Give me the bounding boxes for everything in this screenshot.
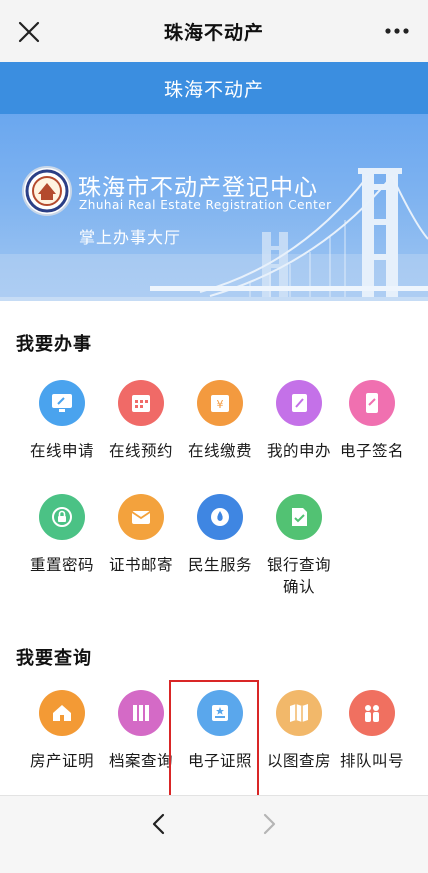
org-name: 珠海市不动产登记中心 <box>78 175 318 201</box>
emblem-icon <box>25 169 69 213</box>
org-name-en: Zhuhai Real Estate Registration Center <box>79 198 332 212</box>
house-icon <box>39 690 85 736</box>
tile-bank-query-confirm[interactable]: 银行查询 确认 <box>257 494 341 598</box>
more-icon[interactable] <box>384 24 410 38</box>
tile-online-payment[interactable]: ¥ 在线缴费 <box>178 380 262 462</box>
chevron-left-icon[interactable] <box>148 812 170 836</box>
tile-label: 民生服务 <box>187 556 252 574</box>
page-header: 珠海不动产 <box>0 62 428 114</box>
tile-archive-query[interactable]: 档案查询 <box>99 690 183 772</box>
tile-label: 房产证明 <box>29 752 94 770</box>
top-navbar: 珠海不动产 <box>0 0 428 62</box>
tile-label: 档案查询 <box>108 752 173 770</box>
svg-text:¥: ¥ <box>217 398 224 411</box>
tile-livelihood-services[interactable]: 民生服务 <box>178 494 262 576</box>
tile-e-certificate[interactable]: 电子证照 <box>178 690 262 772</box>
tile-label: 在线申请 <box>29 442 94 460</box>
calendar-icon <box>118 380 164 426</box>
tile-label: 以图查房 <box>266 752 331 770</box>
tile-online-booking[interactable]: 在线预约 <box>99 380 183 462</box>
tile-label: 证书邮寄 <box>108 556 173 574</box>
notebook-icon <box>276 380 322 426</box>
payment-icon: ¥ <box>197 380 243 426</box>
tile-label: 电子签名 <box>339 442 404 460</box>
tile-property-certificate[interactable]: 房产证明 <box>20 690 104 772</box>
mail-icon <box>118 494 164 540</box>
e-certificate-icon <box>197 690 243 736</box>
lock-icon <box>39 494 85 540</box>
tile-label: 电子证照 <box>187 752 252 770</box>
tile-label: 我的申办 <box>266 442 331 460</box>
phone-sign-icon <box>349 380 395 426</box>
map-icon <box>276 690 322 736</box>
close-icon[interactable] <box>16 19 42 45</box>
tile-label: 在线预约 <box>108 442 173 460</box>
tile-e-signature[interactable]: 电子签名 <box>330 380 414 462</box>
tile-map-house-search[interactable]: 以图查房 <box>257 690 341 772</box>
section-title-services: 我要办事 <box>16 334 92 355</box>
tile-label: 重置密码 <box>29 556 94 574</box>
document-check-icon <box>276 494 322 540</box>
banner-tagline: 掌上办事大厅 <box>79 228 182 247</box>
navbar-title: 珠海不动产 <box>163 21 264 44</box>
tile-label: 排队叫号 <box>339 752 404 770</box>
tile-label: 在线缴费 <box>187 442 252 460</box>
tile-my-applications[interactable]: 我的申办 <box>257 380 341 462</box>
archive-icon <box>118 690 164 736</box>
bottom-toolbar <box>0 796 428 873</box>
tile-online-apply[interactable]: 在线申请 <box>20 380 104 462</box>
tile-queue-number[interactable]: 排队叫号 <box>330 690 414 772</box>
queue-icon <box>349 690 395 736</box>
page-title: 珠海不动产 <box>163 78 264 101</box>
tile-label: 银行查询 确认 <box>257 554 341 598</box>
chevron-right-icon[interactable] <box>258 812 280 836</box>
monitor-icon <box>39 380 85 426</box>
tile-reset-password[interactable]: 重置密码 <box>20 494 104 576</box>
tile-certificate-mailing[interactable]: 证书邮寄 <box>99 494 183 576</box>
org-logo <box>22 166 72 216</box>
tile-label-line1: 银行查询 <box>266 556 331 574</box>
water-drop-icon <box>197 494 243 540</box>
section-title-queries: 我要查询 <box>16 648 92 669</box>
tile-label-line2: 确认 <box>282 578 315 596</box>
banner: 珠海市不动产登记中心 Zhuhai Real Estate Registrati… <box>0 114 428 301</box>
